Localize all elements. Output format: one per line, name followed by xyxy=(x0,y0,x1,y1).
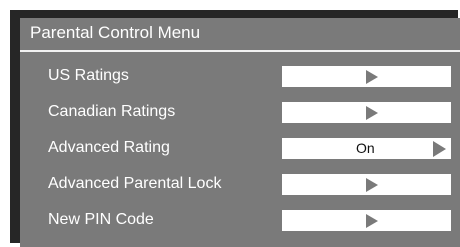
menu-item-label: Advanced Parental Lock xyxy=(48,175,222,192)
advanced-parental-lock-field[interactable] xyxy=(282,174,451,195)
menu-item-label: US Ratings xyxy=(48,67,129,84)
menu-item-advanced-rating[interactable]: Advanced Rating On xyxy=(20,135,460,165)
menu-item-label: Canadian Ratings xyxy=(48,103,176,120)
play-arrow-icon xyxy=(366,214,378,228)
menu-title-bar: Parental Control Menu xyxy=(20,18,460,52)
play-arrow-icon xyxy=(366,178,378,192)
parental-control-menu: Parental Control Menu US Ratings Canadia… xyxy=(20,18,460,247)
play-arrow-icon xyxy=(366,70,378,84)
us-ratings-field[interactable] xyxy=(282,66,451,87)
menu-frame: Parental Control Menu US Ratings Canadia… xyxy=(10,10,460,247)
menu-item-new-pin-code[interactable]: New PIN Code xyxy=(20,207,460,237)
advanced-rating-field[interactable]: On xyxy=(282,138,451,159)
advanced-rating-value: On xyxy=(356,140,375,156)
menu-item-label: New PIN Code xyxy=(48,211,154,228)
new-pin-code-field[interactable] xyxy=(282,210,451,231)
menu-title: Parental Control Menu xyxy=(30,23,201,42)
play-arrow-icon[interactable] xyxy=(433,141,446,157)
play-arrow-icon xyxy=(366,106,378,120)
menu-item-us-ratings[interactable]: US Ratings xyxy=(20,63,460,93)
menu-item-canadian-ratings[interactable]: Canadian Ratings xyxy=(20,99,460,129)
canadian-ratings-field[interactable] xyxy=(282,102,451,123)
menu-item-label: Advanced Rating xyxy=(48,139,170,156)
menu-item-advanced-parental-lock[interactable]: Advanced Parental Lock xyxy=(20,171,460,201)
